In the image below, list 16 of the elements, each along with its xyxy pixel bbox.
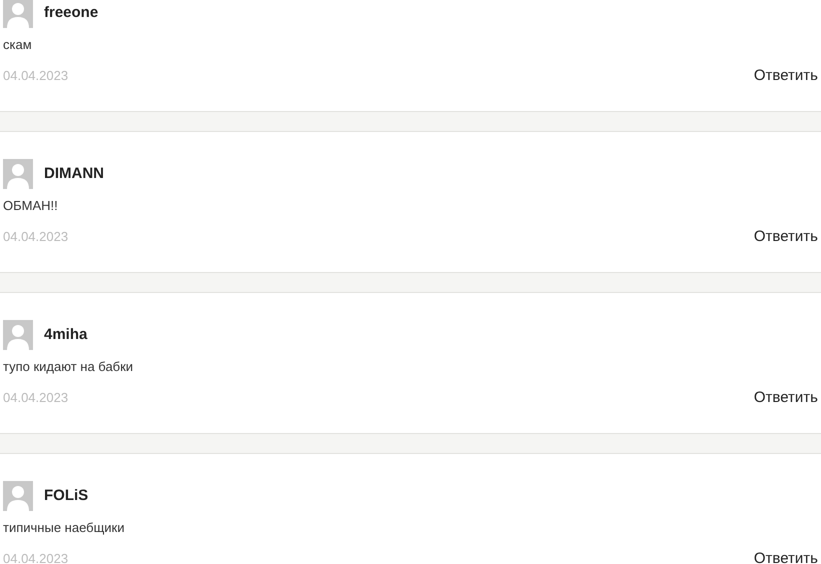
comment-date: 04.04.2023 [3,550,68,564]
comment-date: 04.04.2023 [3,67,68,85]
comment-date: 04.04.2023 [3,228,68,246]
comment-text: скам [3,36,33,54]
comment-text: ОБМАН!! [3,197,59,215]
reply-link[interactable]: Ответить [754,67,818,85]
comment-author: FOLiS [44,486,88,506]
comment-author: DIMANN [44,164,104,184]
comment-date: 04.04.2023 [3,389,68,407]
reply-link[interactable]: Ответить [754,550,818,564]
comment-author: freeone [44,2,98,23]
comment-author: 4miha [44,324,88,345]
comment-text: тупо кидают на бабки [3,358,134,376]
reply-link[interactable]: Ответить [754,228,818,246]
reply-link[interactable]: Ответить [754,389,818,407]
comment-text: типичные наебщики [3,519,126,537]
